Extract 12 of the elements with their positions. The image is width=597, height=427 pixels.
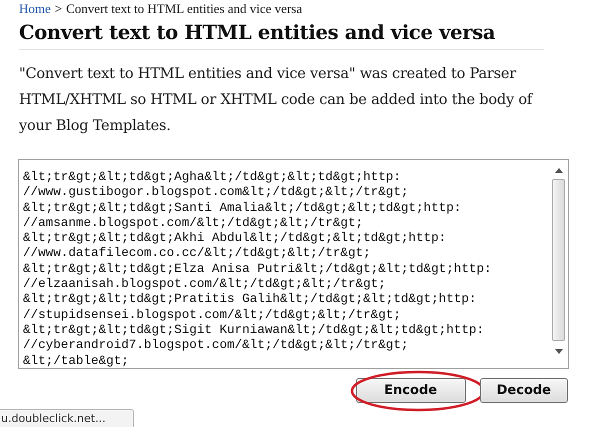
page-title: Convert text to HTML entities and vice versa	[19, 21, 544, 50]
description-paragraph: "Convert text to HTML entities and vice versa" was created to Parser HTML/XHTML so HTML or XHTML code can be added into the body of your Blog Templates.	[19, 65, 534, 136]
decode-button[interactable]: Decode	[480, 378, 568, 403]
scroll-down-icon[interactable]	[554, 349, 562, 354]
breadcrumb-current: Convert text to HTML entities and vice versa	[66, 1, 302, 17]
text-area[interactable]: &lt;tr&gt;&lt;td&gt;Agha&lt;/td&gt;&lt;td&gt;http: //www.gustibogor.blogspot.com&lt;/td&gt;&lt;/tr&gt; &lt;tr&gt;&lt;td&gt;Santi Amalia&lt;/td&gt;&lt;td&gt;http: //amsanme.blogspot.com/&lt;/td&gt;&lt;/tr&gt; &lt;tr&gt;&lt;td&gt;Akhi Abdul&lt;/td&gt;&lt;td&gt;http: //www.datafilecom.co.cc/&lt;/td&gt;&lt;/tr&gt; &lt;tr&gt;&lt;td&gt;Elza Anisa Putri&lt;/td&gt;&lt;td&gt;http: //elzaanisah.blogspot.com/&lt;/td&gt;&lt;/tr&gt; &lt;tr&gt;&lt;td&gt;Pratitis Galih&lt;/td&gt;&lt;td&gt;http: //stupidsensei.blogspot.com/&lt;/td&gt;&lt;/tr&gt; &lt;tr&gt;&lt;td&gt;Sigit Kurniawan&lt;/td&gt;&lt;td&gt;http: //cyberandroid7.blogspot.com/&lt;/td&gt;&lt;/tr&gt; &lt;/table&gt;	[18, 159, 569, 369]
encode-button[interactable]: Encode	[356, 378, 466, 403]
home-link[interactable]: Home	[19, 1, 51, 17]
scrollbar-thumb[interactable]	[552, 179, 565, 341]
scroll-up-icon[interactable]	[554, 168, 562, 173]
status-tooltip: u.doubleclick.net...	[0, 409, 134, 427]
breadcrumb-separator: >	[54, 1, 62, 17]
